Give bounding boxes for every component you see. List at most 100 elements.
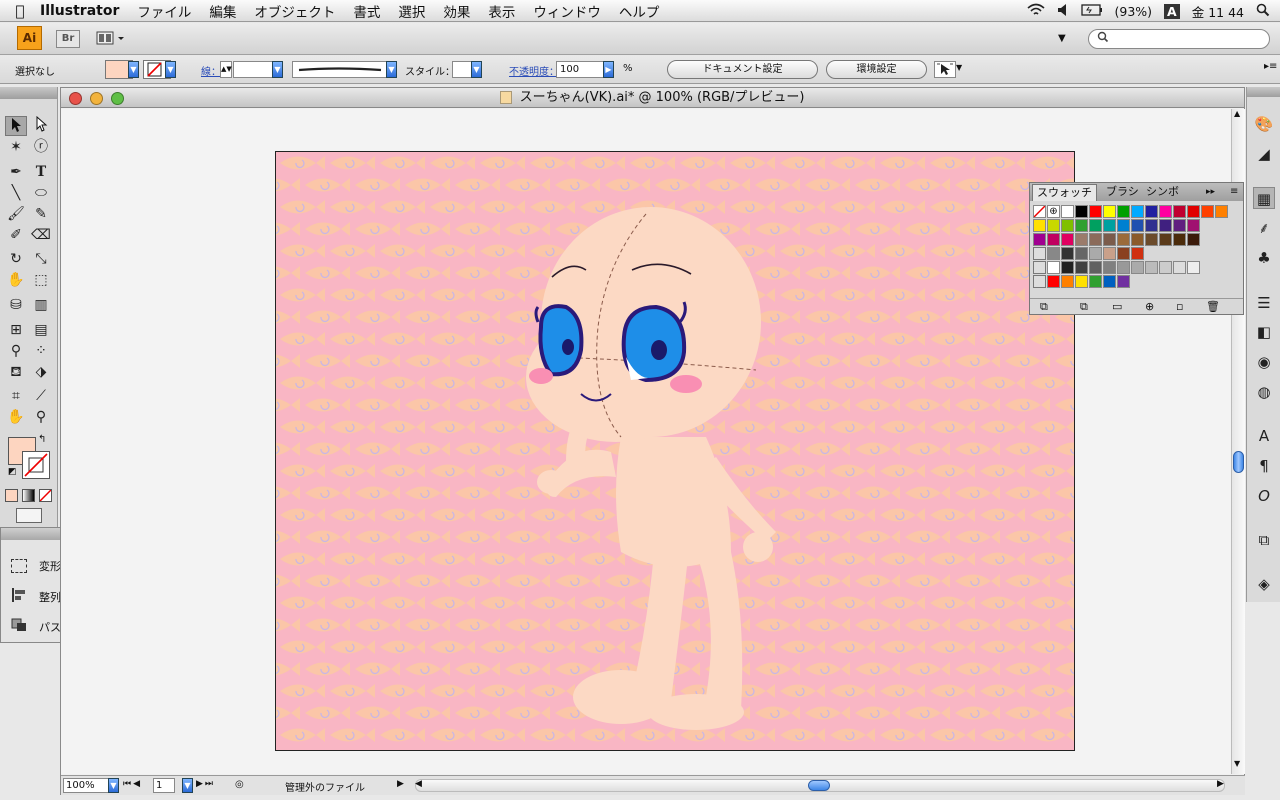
color-guide-icon[interactable]: ◢ — [1253, 143, 1275, 165]
swatch[interactable] — [1117, 219, 1130, 232]
default-fill-stroke-icon[interactable]: ◩ — [8, 467, 17, 477]
gray-swatch[interactable] — [1061, 261, 1074, 274]
swatch[interactable] — [1145, 205, 1158, 218]
swatch[interactable] — [1159, 233, 1172, 246]
menu-help[interactable]: ヘルプ — [619, 1, 660, 21]
gradient-tool-icon[interactable]: ▤ — [30, 320, 52, 340]
zoom-window-button[interactable] — [111, 92, 124, 105]
swatch[interactable] — [1173, 233, 1186, 246]
menu-edit[interactable]: 編集 — [209, 1, 236, 21]
file-status-text[interactable]: 管理外のファイル — [285, 779, 365, 794]
vertical-scroll-thumb[interactable] — [1233, 451, 1244, 473]
stroke-weight-stepper[interactable]: ▲▼ — [220, 61, 232, 78]
swatch-options-icon[interactable]: ▭ — [1112, 300, 1122, 313]
color-group-swatch[interactable] — [1117, 275, 1130, 288]
minimize-window-button[interactable] — [90, 92, 103, 105]
gradient-mode-icon[interactable] — [22, 489, 35, 502]
direct-selection-tool-icon[interactable] — [30, 115, 52, 136]
color-group-swatch[interactable] — [1061, 275, 1074, 288]
menu-object[interactable]: オブジェクト — [254, 1, 335, 21]
bridge-button[interactable]: Br — [56, 30, 80, 48]
swatch[interactable] — [1117, 233, 1130, 246]
clock[interactable]: 金 11 44 — [1192, 2, 1244, 21]
gray-swatch[interactable] — [1117, 261, 1130, 274]
opacity-label[interactable]: 不透明度： — [509, 63, 559, 78]
artboard-number-dropdown[interactable]: ▼ — [182, 778, 193, 793]
tools-panel-header[interactable] — [0, 87, 57, 99]
swatch[interactable] — [1089, 219, 1102, 232]
scale-tool-icon[interactable]: ⤡ — [30, 249, 52, 269]
layers-panel-icon[interactable]: ◈ — [1253, 573, 1275, 595]
brush-definition-field[interactable] — [292, 61, 390, 78]
menu-file[interactable]: ファイル — [137, 1, 191, 21]
artboard-number-field[interactable]: 1 — [153, 778, 175, 793]
show-swatch-kinds-icon[interactable]: ⧉ — [1080, 300, 1088, 314]
swatch[interactable] — [1145, 219, 1158, 232]
color-group-swatch[interactable] — [1047, 275, 1060, 288]
transparency-panel-icon[interactable]: ◉ — [1253, 351, 1275, 373]
swatch[interactable] — [1173, 219, 1186, 232]
new-swatch-icon[interactable]: ▫ — [1176, 300, 1183, 313]
brushes-panel-icon[interactable]: ⸙ — [1253, 217, 1275, 239]
zoom-level-dropdown[interactable]: ▼ — [108, 778, 119, 793]
live-paint-selection-tool-icon[interactable]: ⬗ — [30, 362, 52, 382]
character-panel-icon[interactable]: A — [1253, 425, 1275, 447]
app-menu[interactable]: Illustrator — [40, 3, 119, 19]
close-window-button[interactable] — [69, 92, 82, 105]
gray-swatch[interactable] — [1047, 261, 1060, 274]
tab-brushes[interactable]: ブラシ — [1102, 184, 1143, 201]
color-group-folder-icon[interactable] — [1033, 247, 1046, 260]
stroke-dropdown[interactable]: ▼ — [165, 61, 176, 78]
swatch[interactable] — [1131, 205, 1144, 218]
pattern-swatch[interactable] — [1117, 247, 1130, 260]
pattern-swatch[interactable] — [1061, 247, 1074, 260]
swatch[interactable] — [1075, 219, 1088, 232]
appearance-panel-icon[interactable]: ◍ — [1253, 381, 1275, 403]
pattern-swatch[interactable] — [1103, 247, 1116, 260]
menu-view[interactable]: 表示 — [488, 1, 515, 21]
opacity-slider-button[interactable]: ▶ — [603, 61, 614, 78]
version-cue-icon[interactable]: ◎ — [235, 779, 244, 790]
next-last-artboard-buttons[interactable]: ▶⏭ — [196, 779, 215, 789]
color-group-folder-icon[interactable] — [1033, 275, 1046, 288]
swatch[interactable] — [1061, 219, 1074, 232]
color-mode-icon[interactable] — [5, 489, 18, 502]
swatch[interactable] — [1187, 233, 1200, 246]
swatch[interactable] — [1033, 233, 1046, 246]
spotlight-icon[interactable] — [1256, 3, 1270, 20]
graph-tool-icon[interactable]: ▥ — [30, 295, 52, 315]
type-tool-icon[interactable]: T — [30, 162, 52, 182]
swap-fill-stroke-icon[interactable]: ↰ — [38, 434, 46, 445]
style-dropdown[interactable]: ▼ — [471, 61, 482, 78]
select-similar-icon[interactable] — [934, 61, 956, 78]
scroll-down-arrow[interactable]: ▼ — [1234, 759, 1240, 768]
swatch[interactable] — [1131, 219, 1144, 232]
scroll-up-arrow[interactable]: ▲ — [1234, 109, 1240, 118]
pattern-swatch[interactable] — [1075, 247, 1088, 260]
workspace-dropdown-icon[interactable]: ▼ — [1058, 33, 1066, 44]
paragraph-panel-icon[interactable]: ¶ — [1253, 455, 1275, 477]
scroll-right-arrow[interactable]: ▶ — [1217, 779, 1224, 789]
first-prev-artboard-buttons[interactable]: ⏮◀ — [123, 779, 142, 789]
gray-swatch[interactable] — [1145, 261, 1158, 274]
swatch[interactable] — [1075, 205, 1088, 218]
swatch[interactable] — [1145, 233, 1158, 246]
pencil-tool-icon[interactable]: ✎ — [30, 204, 52, 224]
gray-swatch[interactable] — [1159, 261, 1172, 274]
swatch[interactable] — [1103, 205, 1116, 218]
slice-tool-icon[interactable]: ⟋ — [30, 386, 52, 406]
crop-area-tool-icon[interactable]: ⌗ — [5, 386, 27, 406]
gray-swatch[interactable] — [1187, 261, 1200, 274]
pattern-swatch[interactable] — [1047, 247, 1060, 260]
color-group-swatch[interactable] — [1103, 275, 1116, 288]
status-menu-arrow[interactable]: ▶ — [397, 779, 404, 789]
gray-swatch[interactable] — [1075, 261, 1088, 274]
panel-expand-icon[interactable]: ▸▸ — [1202, 184, 1219, 201]
swatch[interactable] — [1089, 233, 1102, 246]
stroke-weight-label[interactable]: 線： — [201, 63, 221, 78]
none-mode-icon[interactable] — [39, 489, 52, 502]
horizontal-scroll-thumb[interactable] — [808, 780, 830, 791]
transform-panel-button[interactable]: 変形 — [11, 558, 61, 574]
magic-wand-tool-icon[interactable]: ✶ — [5, 137, 27, 157]
symbol-sprayer-tool-icon[interactable]: ⛁ — [5, 295, 27, 315]
